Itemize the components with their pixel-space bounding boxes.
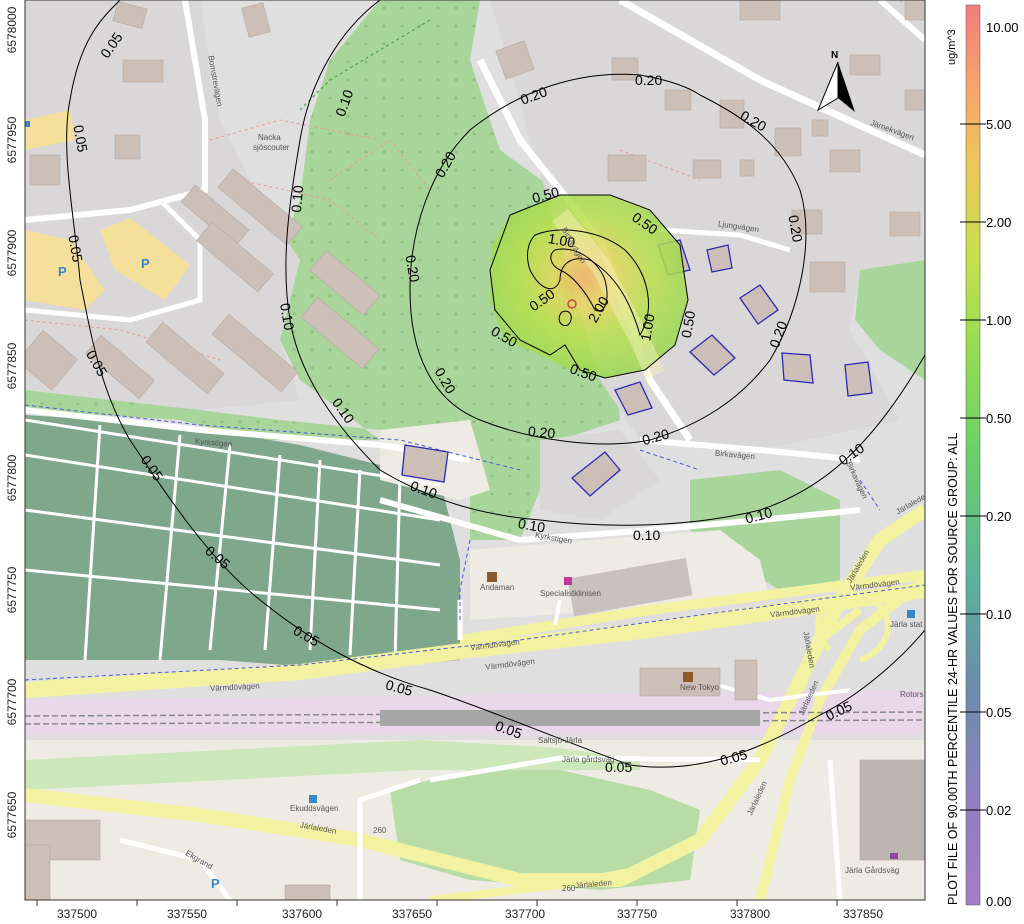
colorbar-label: 5.00 <box>986 117 1011 132</box>
bus-stop-icon <box>907 610 915 618</box>
parking-icon: P <box>58 264 67 279</box>
y-tick-label: 6577650 <box>5 791 19 838</box>
colorbar-label: 0.05 <box>986 705 1011 720</box>
x-tick-label: 337800 <box>730 907 770 921</box>
colorbar-gradient <box>966 5 980 905</box>
y-tick-label: 6578000 <box>5 6 19 53</box>
colorbar-label: 0.50 <box>986 411 1011 426</box>
place-label-rotors: Rotors <box>900 690 924 699</box>
concentration-map-figure: * <box>5 0 1019 921</box>
y-tick-label: 6577900 <box>5 229 19 276</box>
colorbar: PLOT FILE OF 90.00TH PERCENTILE 24-HR VA… <box>946 4 1019 909</box>
x-tick-label: 337650 <box>392 907 432 921</box>
x-axis: 337500 337550 337600 337650 337700 33775… <box>36 900 883 921</box>
colorbar-label: 10.00 <box>986 20 1019 35</box>
colorbar-label: 2.00 <box>986 215 1011 230</box>
colorbar-unit: ug/m^3 <box>946 29 958 65</box>
parking-icon: P <box>211 876 220 891</box>
place-label-saltsjo-jarla: Saltsjö-Järla <box>538 736 583 745</box>
place-label-new-tokyo: New Tokyo <box>680 683 720 692</box>
place-label-jarla-station: Järla stat <box>890 620 923 629</box>
shop-icon <box>890 853 898 859</box>
bus-stop-icon <box>309 795 317 803</box>
x-tick-label: 337550 <box>167 907 207 921</box>
clinic-icon <box>564 577 572 585</box>
y-tick-label: 6577850 <box>5 342 19 389</box>
contour-label: 0.10 <box>288 184 306 213</box>
y-tick-label: 6577750 <box>5 566 19 613</box>
place-label-nacka: Nacka <box>258 133 281 142</box>
route-260-label: 260 <box>373 826 387 835</box>
colorbar-label: 0.20 <box>986 509 1011 524</box>
place-label-ekuddsvagen: Ekuddsvägen <box>290 804 338 813</box>
x-tick-label: 337500 <box>57 907 97 921</box>
contour-label: 0.10 <box>633 527 660 543</box>
y-tick-label: 6577950 <box>5 116 19 163</box>
place-label-sjoscouter: sjöscouter <box>253 143 290 152</box>
y-tick-label: 6577800 <box>5 454 19 501</box>
route-260-label: 260 <box>562 884 576 893</box>
restaurant-icon <box>487 572 497 582</box>
street-label-jarla-gardsvag: Järla gårdsväg <box>562 755 614 764</box>
colorbar-label: 0.02 <box>986 803 1011 818</box>
colorbar-label: 0.10 <box>986 607 1011 622</box>
map-area[interactable]: 0.05 0.05 0.05 0.05 0.05 0.05 0.05 0.05 … <box>17 0 931 900</box>
x-tick-label: 337700 <box>505 907 545 921</box>
restaurant-icon <box>683 672 693 682</box>
y-tick-label: 6577700 <box>5 678 19 725</box>
contour-label: 0.20 <box>527 423 556 441</box>
place-label-jarla-gardsvag: Järla Gårdsväg <box>845 866 899 875</box>
colorbar-label: 0.00 <box>986 894 1011 909</box>
station-platform <box>380 710 760 726</box>
x-tick-label: 337850 <box>843 907 883 921</box>
north-label: N <box>831 50 838 61</box>
x-tick-label: 337750 <box>617 907 657 921</box>
y-axis: 6578000 6577950 6577900 6577850 6577800 … <box>5 6 19 838</box>
colorbar-label: 1.00 <box>986 313 1011 328</box>
x-tick-label: 337600 <box>282 907 322 921</box>
place-label-specialistklinisen: Specialistklinisen <box>540 589 601 598</box>
parking-icon: P <box>141 256 150 271</box>
colorbar-title: PLOT FILE OF 90.00TH PERCENTILE 24-HR VA… <box>946 432 960 905</box>
contour-label: 0.20 <box>635 72 662 88</box>
place-label-andaman: Andaman <box>480 583 514 592</box>
